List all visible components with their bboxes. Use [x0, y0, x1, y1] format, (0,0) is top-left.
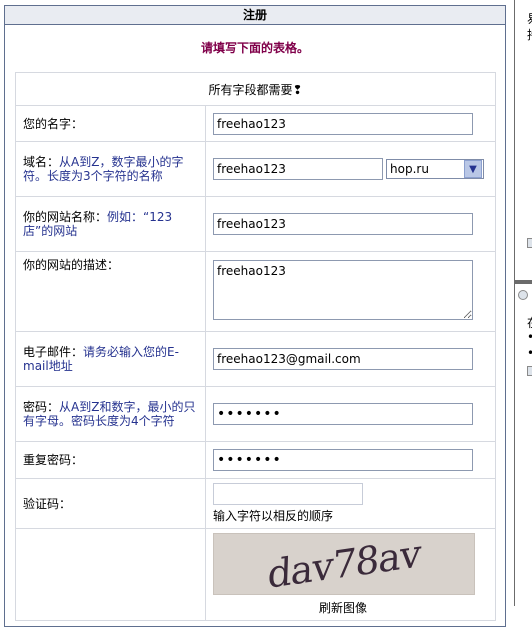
captcha-help: 输入字符以相反的顺序	[213, 509, 334, 523]
description-textarea[interactable]: freehao123	[213, 260, 473, 320]
panel-title: 注册	[5, 6, 505, 25]
domain-zone-select[interactable]: hop.ru ▼	[386, 159, 484, 179]
registration-form: 所有字段都需要❢ 您的名字： 域名：从A到Z，数字最小的字符。长度为3个字符的名…	[15, 72, 496, 621]
password-label: 密码：从A到Z和数字，最小的只有字母。密码长度为4个字符	[15, 386, 206, 442]
repeat-password-label: 重复密码：	[15, 441, 206, 479]
domain-zone-value: hop.ru	[390, 162, 429, 176]
intro-text: 请填写下面的表格。	[200, 41, 309, 55]
site-name-input[interactable]	[213, 213, 473, 235]
registration-panel: 注册 请填写下面的表格。 所有字段都需要❢ 您的名字： 域名：从A到Z，数字最小…	[4, 5, 506, 627]
name-label: 您的名字：	[15, 105, 206, 142]
captcha-image: dav78av	[213, 530, 475, 598]
repeat-password-input[interactable]	[213, 449, 473, 471]
refresh-image-link[interactable]: 刷新图像	[213, 599, 473, 616]
side-bullet-2: •	[527, 346, 532, 360]
password-input[interactable]	[213, 403, 473, 425]
required-note: 所有字段都需要❢	[15, 72, 496, 106]
email-label: 电子邮件：请务必输入您的E-mail地址	[15, 331, 206, 387]
checkbox-icon[interactable]	[527, 366, 532, 376]
side-char-2: 持	[527, 26, 532, 43]
captcha-label: 验证码：	[15, 478, 206, 529]
email-input[interactable]	[213, 348, 473, 370]
side-label-char: 在	[527, 314, 532, 331]
side-char-1: 易	[527, 10, 532, 27]
side-panel-top: 易 持	[514, 0, 532, 280]
side-panel-bottom: 在 • •	[514, 283, 532, 606]
domain-label: 域名：从A到Z，数字最小的字符。长度为3个字符的名称	[15, 141, 206, 197]
site-name-label: 你的网站名称：例如：“123店”的网站	[15, 196, 206, 252]
radio-icon[interactable]	[518, 290, 528, 300]
captcha-input[interactable]	[213, 483, 363, 505]
side-bullet-1: •	[527, 330, 532, 344]
description-label: 你的网站的描述：	[15, 251, 206, 332]
checkbox-icon[interactable]	[527, 238, 532, 248]
name-input[interactable]	[213, 112, 473, 135]
captcha-image-text: dav78av	[267, 530, 421, 598]
domain-input[interactable]	[213, 158, 383, 180]
chevron-down-icon[interactable]: ▼	[464, 160, 482, 178]
captcha-image-label-cell	[15, 528, 206, 621]
